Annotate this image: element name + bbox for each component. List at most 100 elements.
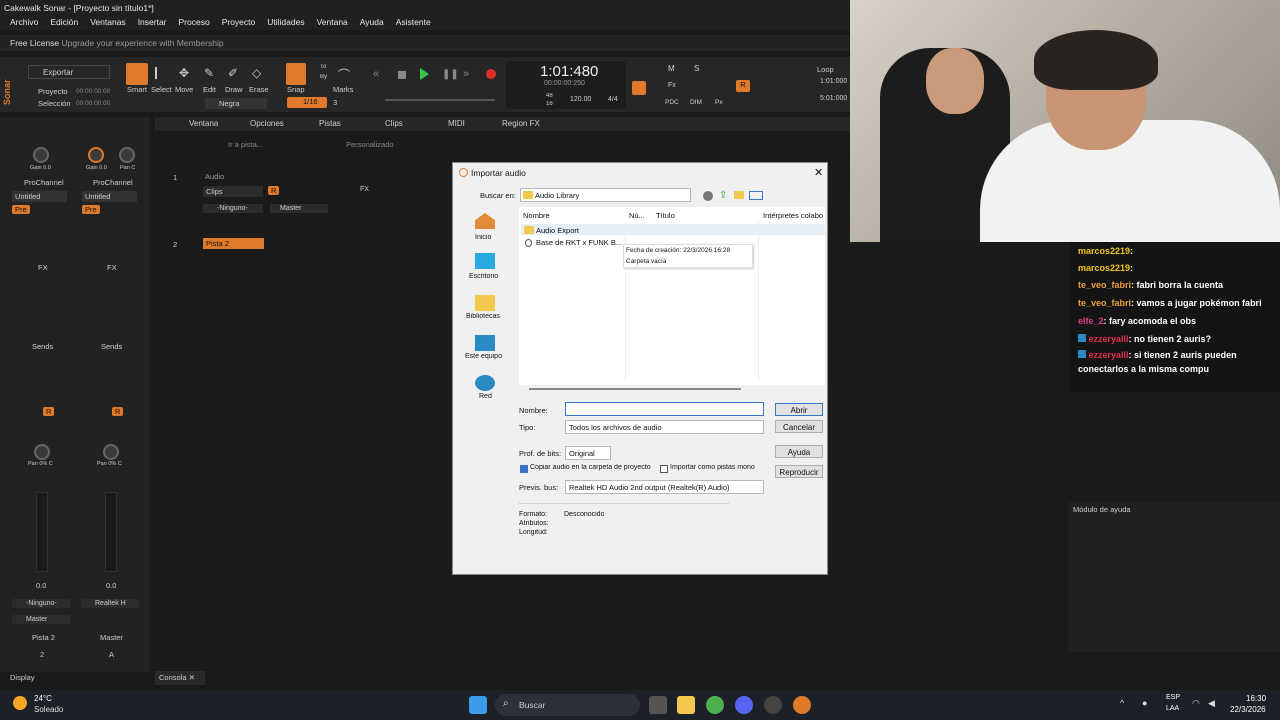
tv-menu-pistas[interactable]: Pistas <box>319 119 341 128</box>
dim-button[interactable]: DIM <box>690 99 702 106</box>
mix-r[interactable]: R <box>736 80 750 92</box>
tv-menu-region-fx[interactable]: Region FX <box>502 119 540 128</box>
file-name[interactable]: Base de RKT x FUNK B... <box>536 238 624 247</box>
discord-icon[interactable] <box>735 696 753 714</box>
snap-button[interactable] <box>286 63 306 85</box>
mic-icon[interactable]: ● <box>1142 698 1147 708</box>
libraries-icon[interactable] <box>475 295 495 311</box>
tv-menu-clips[interactable]: Clips <box>385 119 403 128</box>
menu-proceso[interactable]: Proceso <box>173 17 216 27</box>
ayuda-button[interactable]: Ayuda <box>775 445 823 458</box>
file-name[interactable]: Audio Export <box>536 226 579 235</box>
fader-1[interactable] <box>36 492 48 572</box>
tool-smart[interactable]: Smart <box>127 85 147 94</box>
track1-fx[interactable]: FX <box>360 186 369 193</box>
track1-name[interactable]: Audio <box>205 172 265 181</box>
horizontal-scrollbar[interactable] <box>529 388 741 390</box>
clock-time[interactable]: 16:30 <box>1246 694 1266 703</box>
lookin-select[interactable]: Audio Library <box>520 188 691 202</box>
copy-checkbox[interactable] <box>520 465 528 473</box>
sends-1[interactable]: Sends <box>32 342 53 351</box>
obs-icon[interactable] <box>764 696 782 714</box>
chevron-up-icon[interactable]: ^ <box>1120 698 1124 708</box>
desktop-icon[interactable] <box>475 253 495 269</box>
pan-knob-strip2[interactable] <box>103 444 119 460</box>
up-folder-icon[interactable]: ⇧ <box>719 190 727 201</box>
gain-knob-1[interactable] <box>33 147 49 163</box>
menu-ventanas[interactable]: Ventanas <box>84 17 131 27</box>
cakewalk-icon[interactable] <box>793 696 811 714</box>
col-numero[interactable]: Nú... <box>629 211 645 220</box>
col-titulo[interactable]: Título <box>656 211 675 220</box>
menu-edicion[interactable]: Edición <box>44 17 84 27</box>
negra-select[interactable]: Negra <box>205 98 267 109</box>
custom-preset[interactable]: Personalizado <box>346 140 394 149</box>
task-view-icon[interactable] <box>649 696 667 714</box>
pause-icon[interactable]: ❚❚ <box>442 69 459 80</box>
sends-2[interactable]: Sends <box>101 342 122 351</box>
record-icon[interactable] <box>486 69 496 79</box>
strip2-r[interactable]: R <box>112 407 124 416</box>
upgrade-link[interactable]: Upgrade your experience with Membership <box>62 38 224 48</box>
untitled-1[interactable]: Untitled <box>12 191 67 202</box>
clock-date[interactable]: 22/3/2026 <box>1230 705 1266 714</box>
cancelar-button[interactable]: Cancelar <box>775 420 823 433</box>
stop-icon[interactable] <box>398 71 406 79</box>
strip1-r[interactable]: R <box>43 407 55 416</box>
place-inicio[interactable]: Inicio <box>475 234 491 241</box>
mono-label[interactable]: Importar como pistas mono <box>670 464 755 471</box>
snap-value[interactable]: 1/16 <box>287 97 327 108</box>
time-display[interactable]: 1:01:480 00:00:00:250 48 16 120.00 4/4 <box>506 61 626 109</box>
marks-icon[interactable]: ⌒ <box>338 66 350 83</box>
home-icon[interactable] <box>475 213 495 229</box>
goto-track[interactable]: Ir a pista... <box>228 140 263 149</box>
record-arm-icon[interactable] <box>632 81 646 95</box>
view-menu-icon[interactable] <box>749 191 763 200</box>
mix-fx[interactable]: Fx <box>668 82 676 89</box>
pdc-button[interactable]: PDC <box>665 99 679 106</box>
track1-input[interactable]: -Ninguno- <box>203 204 263 213</box>
tipo-select[interactable]: Todos los archivos de audio <box>565 420 764 434</box>
strip1-output[interactable]: Master <box>12 615 70 624</box>
tv-menu-ventana[interactable]: Ventana <box>189 119 218 128</box>
chrome-icon[interactable] <box>706 696 724 714</box>
select-tool-icon[interactable] <box>155 67 165 79</box>
tool-move[interactable]: Move <box>175 85 193 94</box>
move-tool-icon[interactable]: ✥ <box>179 66 189 80</box>
pan-knob-strip1[interactable] <box>34 444 50 460</box>
place-red[interactable]: Red <box>479 393 492 400</box>
place-este-equipo[interactable]: Este equipo <box>465 353 502 360</box>
strip2-input[interactable]: Realtek H <box>81 599 139 608</box>
close-icon[interactable]: ✕ <box>814 166 823 179</box>
px-button[interactable]: Px <box>715 99 723 106</box>
windows-start-icon[interactable] <box>469 696 487 714</box>
back-icon[interactable] <box>703 191 713 201</box>
menu-ayuda[interactable]: Ayuda <box>354 17 390 27</box>
export-button[interactable]: Exportar <box>28 65 110 79</box>
new-folder-icon[interactable] <box>734 191 744 199</box>
tool-draw[interactable]: Draw <box>225 85 243 94</box>
console-tab[interactable]: Consola ✕ <box>155 671 205 685</box>
track1-output[interactable]: Master <box>270 204 328 213</box>
prochannel-2[interactable]: ProChannel <box>93 178 133 187</box>
wifi-icon[interactable]: ◠ <box>1192 698 1200 709</box>
network-icon[interactable] <box>475 375 495 391</box>
fast-forward-icon[interactable]: » <box>463 68 469 80</box>
gain-knob-2[interactable] <box>88 147 104 163</box>
col-nombre[interactable]: Nombre <box>523 211 550 220</box>
pan-knob-2[interactable] <box>119 147 135 163</box>
untitled-2[interactable]: Untitled <box>82 191 137 202</box>
track1-clips[interactable]: Clips <box>203 186 263 197</box>
menu-insertar[interactable]: Insertar <box>132 17 173 27</box>
bus-select[interactable]: Realtek HD Audio 2nd output (Realtek(R) … <box>565 480 764 494</box>
snap-to[interactable]: To <box>320 64 326 70</box>
file-list[interactable]: Nombre Nú... Título Intérpretes colabo A… <box>519 207 825 390</box>
tool-edit[interactable]: Edit <box>203 85 216 94</box>
prof-select[interactable]: Original <box>565 446 611 460</box>
display-select[interactable]: Display <box>10 673 35 682</box>
strip1-input[interactable]: -Ninguno- <box>12 599 70 608</box>
tool-erase[interactable]: Erase <box>249 85 269 94</box>
tv-menu-opciones[interactable]: Opciones <box>250 119 284 128</box>
tempo[interactable]: 120.00 <box>570 96 591 103</box>
rewind-icon[interactable]: « <box>373 68 379 80</box>
